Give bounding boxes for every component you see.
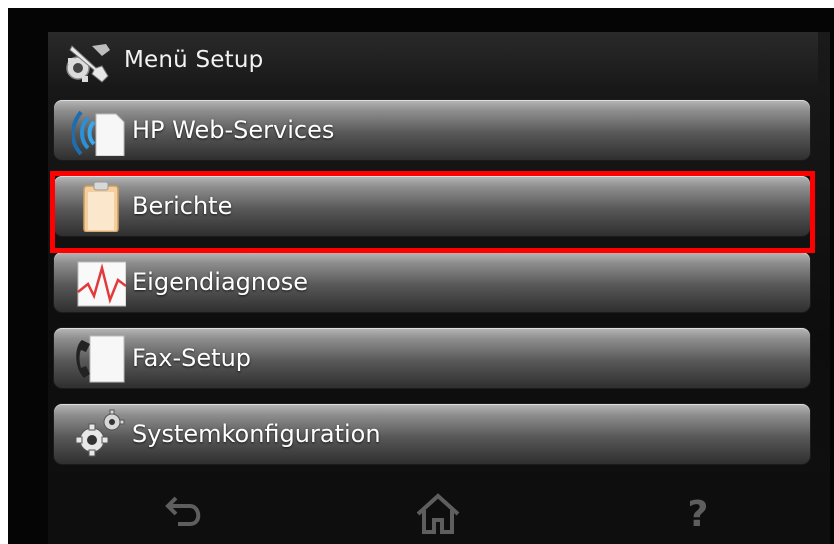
title-bar: Menü Setup — [48, 32, 818, 92]
menu-item-label: Systemkonfiguration — [132, 420, 381, 448]
touch-screen: Menü Setup HP Web-Services Berichte Eige… — [48, 32, 830, 544]
menu-item-label: Fax-Setup — [132, 344, 252, 372]
menu-item-hp-web-services[interactable]: HP Web-Services — [54, 100, 810, 160]
menu-item-label: Berichte — [132, 192, 233, 220]
page-title: Menü Setup — [124, 47, 264, 73]
bottom-nav-bar: ? — [48, 472, 830, 544]
home-icon — [416, 493, 460, 534]
menu-item-label: Eigendiagnose — [132, 268, 309, 296]
gears-icon — [72, 408, 126, 460]
back-icon — [165, 496, 201, 526]
menu-item-fax-setup[interactable]: Fax-Setup — [54, 328, 810, 388]
hp-web-services-icon — [70, 104, 126, 157]
menu-item-systemkonfiguration[interactable]: Systemkonfiguration — [54, 404, 810, 464]
menu-item-eigendiagnose[interactable]: Eigendiagnose — [54, 252, 810, 312]
diagnostic-graph-icon — [72, 256, 127, 308]
clipboard-report-icon — [72, 180, 126, 233]
wrench-screwdriver-icon — [62, 40, 114, 84]
fax-phone-icon — [72, 332, 126, 384]
menu-item-berichte[interactable]: Berichte — [54, 176, 810, 236]
help-button[interactable]: ? — [668, 492, 728, 538]
menu-item-label: HP Web-Services — [132, 116, 335, 144]
device-frame: Menü Setup HP Web-Services Berichte Eige… — [8, 8, 834, 544]
home-button[interactable] — [408, 492, 468, 538]
back-button[interactable] — [156, 492, 216, 538]
